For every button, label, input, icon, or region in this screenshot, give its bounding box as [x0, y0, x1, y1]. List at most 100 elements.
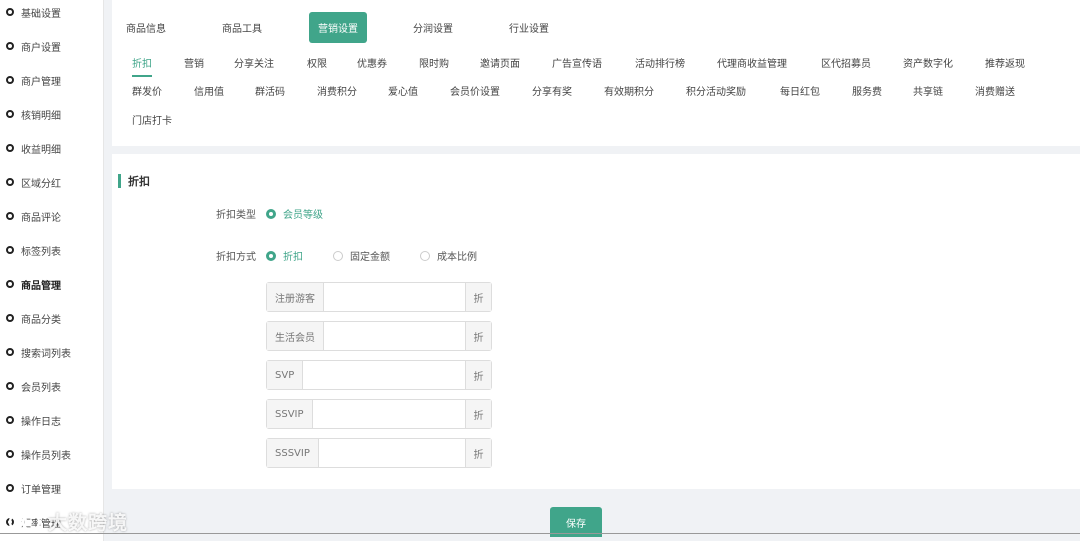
- subtab-expiring-points[interactable]: 有效期积分: [604, 83, 654, 103]
- circle-icon: [6, 246, 14, 254]
- radio-member-level[interactable]: 会员等级: [266, 206, 323, 221]
- subtab-consumption-gift[interactable]: 消费赠送: [975, 83, 1015, 103]
- sidebar-item-label: 汇率管理: [21, 518, 61, 530]
- circle-icon: [6, 280, 14, 288]
- circle-icon: [6, 348, 14, 356]
- subtab-ad-slogan[interactable]: 广告宣传语: [552, 55, 602, 75]
- sidebar-item-verification-details[interactable]: 核销明细: [0, 97, 103, 131]
- radio-label: 成本比例: [437, 252, 477, 263]
- discount-unit: 折: [465, 322, 491, 350]
- level-discount-group: SVP 折: [266, 360, 492, 390]
- sidebar-item-label: 商品评论: [21, 212, 61, 224]
- subtab-permissions[interactable]: 权限: [307, 55, 327, 75]
- circle-icon: [6, 416, 14, 424]
- sidebar-item-operator-list[interactable]: 操作员列表: [0, 437, 103, 471]
- discount-method-row: 折扣方式 折扣 固定金额 成本比例: [216, 248, 507, 263]
- radio-checked-icon: [266, 250, 276, 261]
- sidebar-item-label: 商户设置: [21, 42, 61, 54]
- sidebar: 基础设置 商户设置 商户管理 核销明细 收益明细 区域分红 商品评论 标签列表 …: [0, 0, 104, 541]
- circle-icon: [6, 314, 14, 322]
- radio-discount[interactable]: 折扣: [266, 248, 303, 263]
- sidebar-item-regional-dividend[interactable]: 区域分红: [0, 165, 103, 199]
- sidebar-item-order-management[interactable]: 订单管理: [0, 471, 103, 505]
- subtab-member-price[interactable]: 会员价设置: [450, 83, 500, 103]
- level-name: SVP: [267, 361, 304, 389]
- sidebar-item-search-terms[interactable]: 搜索词列表: [0, 335, 103, 369]
- section-title-text: 折扣: [128, 175, 150, 188]
- radio-cost-ratio[interactable]: 成本比例: [420, 248, 477, 263]
- sidebar-item-merchant-management[interactable]: 商户管理: [0, 63, 103, 97]
- sidebar-item-earnings-details[interactable]: 收益明细: [0, 131, 103, 165]
- sub-tabs-row-1: 折扣 营销 分享关注 权限 优惠券 限时购 邀请页面 广告宣传语 活动排行榜 代…: [112, 55, 1080, 77]
- sidebar-item-merchant-settings[interactable]: 商户设置: [0, 29, 103, 63]
- level-discount-input[interactable]: [324, 283, 465, 311]
- subtab-invite-page[interactable]: 邀请页面: [480, 55, 520, 75]
- circle-icon: [6, 450, 14, 458]
- section-accent-bar: [118, 174, 121, 188]
- tab-product-tools[interactable]: 商品工具: [216, 12, 268, 43]
- tab-marketing-settings[interactable]: 营销设置: [309, 12, 367, 43]
- subtab-share-reward[interactable]: 分享有奖: [532, 83, 572, 103]
- sidebar-item-tag-list[interactable]: 标签列表: [0, 233, 103, 267]
- radio-fixed-amount[interactable]: 固定金额: [333, 248, 390, 263]
- main-tabs: 商品信息 商品工具 营销设置 分润设置 行业设置: [112, 12, 1080, 44]
- radio-label: 折扣: [283, 252, 303, 263]
- circle-icon: [6, 484, 14, 492]
- subtab-district-recruiter[interactable]: 区代招募员: [821, 55, 871, 75]
- level-discount-input[interactable]: [303, 361, 465, 389]
- subtab-service-fee[interactable]: 服务费: [852, 83, 882, 103]
- subtab-activity-ranking[interactable]: 活动排行榜: [635, 55, 685, 75]
- sidebar-item-member-list[interactable]: 会员列表: [0, 369, 103, 403]
- level-name: SSVIP: [267, 400, 313, 428]
- subtab-credit-value[interactable]: 信用值: [194, 83, 224, 103]
- discount-unit: 折: [465, 283, 491, 311]
- sidebar-item-operation-log[interactable]: 操作日志: [0, 403, 103, 437]
- subtab-referral-cashback[interactable]: 推荐返现: [985, 55, 1025, 75]
- radio-label: 会员等级: [283, 210, 323, 221]
- level-name: 生活会员: [267, 322, 324, 350]
- sidebar-item-label: 订单管理: [21, 484, 61, 496]
- subtab-store-checkin[interactable]: 门店打卡: [132, 112, 172, 132]
- bottom-divider: [0, 533, 1080, 534]
- discount-unit: 折: [465, 400, 491, 428]
- subtab-share-follow[interactable]: 分享关注: [234, 55, 274, 75]
- subtab-group-price[interactable]: 群发价: [132, 83, 162, 103]
- tab-profit-sharing[interactable]: 分润设置: [407, 12, 459, 43]
- subtab-discount[interactable]: 折扣: [132, 55, 152, 77]
- level-discount-input[interactable]: [324, 322, 465, 350]
- sidebar-item-label: 基础设置: [21, 8, 61, 20]
- subtab-shared-chain[interactable]: 共享链: [913, 83, 943, 103]
- level-discount-group: 生活会员 折: [266, 321, 492, 351]
- discount-type-label: 折扣类型: [216, 210, 256, 221]
- level-discount-input[interactable]: [318, 439, 465, 467]
- subtab-flash-sale[interactable]: 限时购: [419, 55, 449, 75]
- sidebar-item-product-management[interactable]: 商品管理: [0, 267, 103, 301]
- sidebar-item-product-categories[interactable]: 商品分类: [0, 301, 103, 335]
- subtab-points-activity-reward[interactable]: 积分活动奖励: [686, 83, 746, 103]
- subtab-marketing[interactable]: 营销: [184, 55, 204, 75]
- level-discount-input[interactable]: [312, 400, 465, 428]
- sidebar-item-label: 收益明细: [21, 144, 61, 156]
- discount-form-panel: 折扣 折扣类型 会员等级 折扣方式 折扣 固定金额 成本比例 注册游客 折 生活…: [112, 154, 1080, 489]
- tab-product-info[interactable]: 商品信息: [120, 12, 172, 43]
- sidebar-item-product-reviews[interactable]: 商品评论: [0, 199, 103, 233]
- sub-tabs-row-3: 门店打卡: [112, 112, 1080, 132]
- subtab-group-code[interactable]: 群活码: [255, 83, 285, 103]
- subtab-asset-digitization[interactable]: 资产数字化: [903, 55, 953, 75]
- sidebar-item-label: 商品分类: [21, 314, 61, 326]
- circle-icon: [6, 8, 14, 16]
- radio-checked-icon: [266, 208, 276, 219]
- level-discount-group: 注册游客 折: [266, 282, 492, 312]
- level-discount-group: SSVIP 折: [266, 399, 492, 429]
- discount-unit: 折: [465, 439, 491, 467]
- subtab-love-value[interactable]: 爱心值: [388, 83, 418, 103]
- sidebar-item-label: 操作员列表: [21, 450, 71, 462]
- tab-industry-settings[interactable]: 行业设置: [503, 12, 555, 43]
- sidebar-item-basic-settings[interactable]: 基础设置: [0, 0, 103, 29]
- subtab-coupons[interactable]: 优惠券: [357, 55, 387, 75]
- sidebar-item-label: 标签列表: [21, 246, 61, 258]
- subtab-agent-earnings[interactable]: 代理商收益管理: [717, 55, 787, 75]
- subtab-consumption-points[interactable]: 消费积分: [317, 83, 357, 103]
- circle-icon: [6, 42, 14, 50]
- subtab-daily-red-packet[interactable]: 每日红包: [780, 83, 820, 103]
